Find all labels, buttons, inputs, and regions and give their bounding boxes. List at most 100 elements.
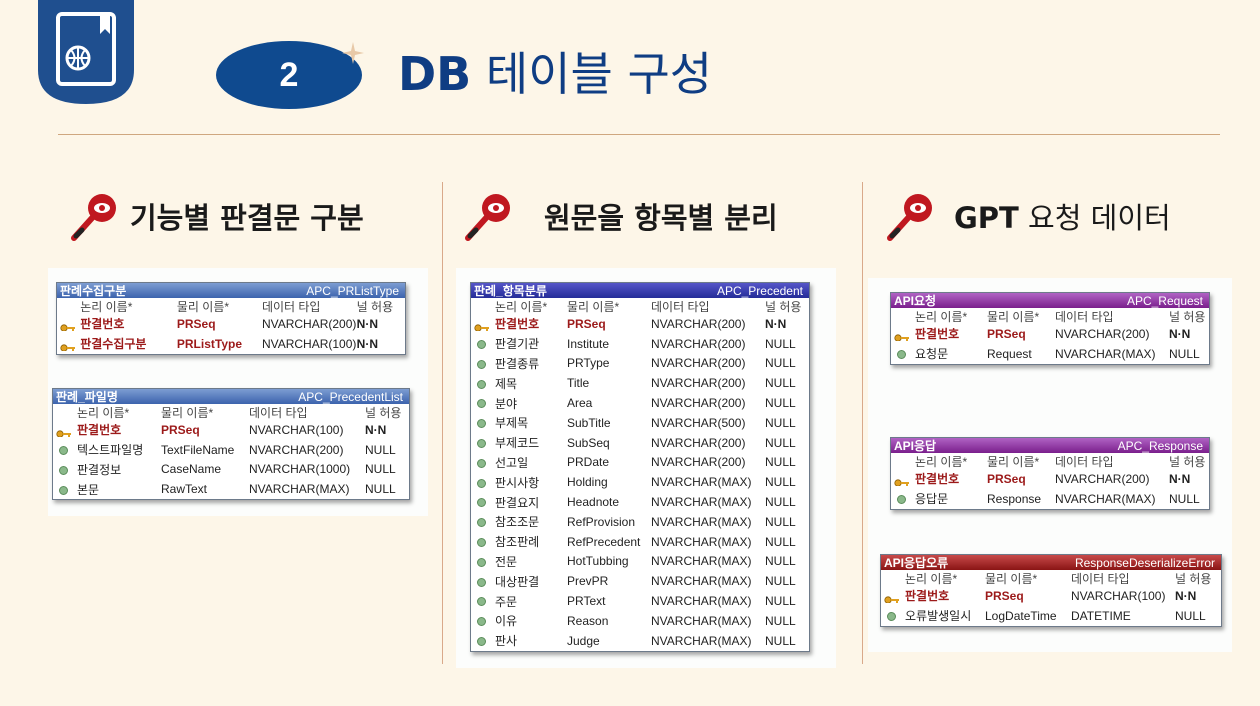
table-row[interactable]: 부제목 SubTitle NVARCHAR(500) NULL bbox=[471, 413, 809, 433]
attribute-dot-icon bbox=[471, 396, 495, 410]
cell-null: NULL bbox=[765, 336, 796, 351]
table-row[interactable]: 판결번호 PRSeq NVARCHAR(100) N·N bbox=[881, 586, 1221, 606]
column-header: 널 허용 bbox=[356, 299, 394, 314]
attribute-dot-icon bbox=[471, 515, 495, 529]
slide-number: 2 bbox=[279, 55, 299, 94]
column-header-row: 논리 이름* 물리 이름* 데이터 타입 널 허용 bbox=[891, 453, 1209, 469]
table-row[interactable]: 주문 PRText NVARCHAR(MAX) NULL bbox=[471, 591, 809, 611]
primary-key-icon bbox=[53, 423, 77, 437]
column-header-row: 논리 이름* 물리 이름* 데이터 타입 널 허용 bbox=[471, 298, 809, 314]
header-divider bbox=[58, 134, 1220, 135]
table-physical-name: APC_Response bbox=[1117, 438, 1203, 453]
cell-physical: Institute bbox=[567, 336, 610, 351]
table-row[interactable]: 판결번호 PRSeq NVARCHAR(200) N·N bbox=[891, 324, 1209, 344]
table-row[interactable]: 판결번호 PRSeq NVARCHAR(200) N·N bbox=[57, 314, 405, 334]
table-row[interactable]: 전문 HotTubbing NVARCHAR(MAX) NULL bbox=[471, 552, 809, 572]
table-row[interactable]: 참조조문 RefProvision NVARCHAR(MAX) NULL bbox=[471, 512, 809, 532]
attribute-dot-icon bbox=[471, 337, 495, 351]
attribute-dot-icon bbox=[891, 347, 915, 361]
cell-null: NULL bbox=[765, 534, 796, 549]
column-header: 물리 이름* bbox=[567, 299, 620, 314]
table-row[interactable]: 판결번호 PRSeq NVARCHAR(200) N·N bbox=[471, 314, 809, 334]
magnifier-eye-icon bbox=[71, 194, 116, 241]
column-header: 널 허용 bbox=[365, 405, 402, 420]
column-header: 데이터 타입 bbox=[261, 299, 321, 314]
cell-null: NULL bbox=[765, 594, 796, 609]
table-header[interactable]: 판례수집구분 APC_PRListType bbox=[57, 283, 405, 298]
cell-type: NVARCHAR(200) bbox=[651, 455, 746, 470]
cell-physical: PRSeq bbox=[985, 588, 1024, 603]
primary-key-icon bbox=[57, 317, 80, 331]
slide-number-badge: 2 bbox=[215, 40, 363, 110]
cell-physical: PRSeq bbox=[987, 326, 1026, 341]
cell-type: NVARCHAR(500) bbox=[651, 415, 746, 430]
column-header: 데이터 타입 bbox=[651, 299, 710, 314]
cell-null: NULL bbox=[765, 495, 796, 510]
table-header[interactable]: 판례_파일명 APC_PrecedentList bbox=[53, 389, 409, 404]
table-header[interactable]: API응답 APC_Response bbox=[891, 438, 1209, 453]
cell-logical: 판사 bbox=[495, 634, 518, 649]
table-row[interactable]: 분야 Area NVARCHAR(200) NULL bbox=[471, 393, 809, 413]
table-row[interactable]: 응답문 Response NVARCHAR(MAX) NULL bbox=[891, 489, 1209, 509]
er-table-response[interactable]: API응답 APC_Response 논리 이름* 물리 이름* 데이터 타입 널 허용 판… bbox=[890, 437, 1210, 510]
primary-key-icon bbox=[881, 589, 905, 603]
cell-null: N·N bbox=[1175, 588, 1197, 603]
cell-physical: Request bbox=[987, 346, 1032, 361]
cell-type: NVARCHAR(MAX) bbox=[249, 482, 350, 497]
cell-logical: 판결번호 bbox=[80, 317, 125, 332]
attribute-dot-icon bbox=[881, 609, 905, 623]
primary-key-icon bbox=[57, 337, 80, 351]
er-table-error[interactable]: API응답오류 ResponseDeserializeError 논리 이름* 물리 … bbox=[880, 554, 1222, 627]
cell-logical: 판결번호 bbox=[915, 472, 960, 487]
cell-null: NULL bbox=[765, 415, 796, 430]
column-header: 물리 이름* bbox=[161, 405, 214, 420]
cell-logical: 분야 bbox=[495, 396, 518, 411]
table-header[interactable]: 판례_항목분류 APC_Precedent bbox=[471, 283, 809, 298]
table-row[interactable]: 판사 Judge NVARCHAR(MAX) NULL bbox=[471, 631, 809, 651]
er-table-precedentlist[interactable]: 판례_파일명 APC_PrecedentList 논리 이름* 물리 이름* 데이터 타… bbox=[52, 388, 410, 501]
cell-type: NVARCHAR(MAX) bbox=[651, 633, 752, 648]
table-row[interactable]: 대상판결 PrevPR NVARCHAR(MAX) NULL bbox=[471, 571, 809, 591]
column-divider bbox=[862, 182, 863, 664]
table-logical-name: API요청 bbox=[894, 294, 937, 308]
table-row[interactable]: 제목 Title NVARCHAR(200) NULL bbox=[471, 373, 809, 393]
table-row[interactable]: 판시사항 Holding NVARCHAR(MAX) NULL bbox=[471, 472, 809, 492]
table-physical-name: APC_PrecedentList bbox=[298, 389, 403, 404]
er-table-precedent[interactable]: 판례_항목분류 APC_Precedent 논리 이름* 물리 이름* 데이터 타입 널 … bbox=[470, 282, 810, 652]
cell-logical: 제목 bbox=[495, 376, 518, 391]
cell-physical: Response bbox=[987, 491, 1042, 506]
cell-type: NVARCHAR(MAX) bbox=[651, 594, 752, 609]
table-row[interactable]: 판결종류 PRType NVARCHAR(200) NULL bbox=[471, 354, 809, 374]
table-row[interactable]: 판결수집구분 PRListType NVARCHAR(100) N·N bbox=[57, 334, 405, 354]
column-header-row: 논리 이름* 물리 이름* 데이터 타입 널 허용 bbox=[57, 298, 405, 314]
cell-physical: PRText bbox=[567, 594, 606, 609]
table-row[interactable]: 오류발생일시 LogDateTime DATETIME NULL bbox=[881, 606, 1221, 626]
column-header: 데이터 타입 bbox=[249, 405, 308, 420]
section-header-2: 원문을 항목별 분리 bbox=[462, 186, 778, 246]
column-header-row: 논리 이름* 물리 이름* 데이터 타입 널 허용 bbox=[53, 404, 409, 420]
table-header[interactable]: API요청 APC_Request bbox=[891, 293, 1209, 308]
table-row[interactable]: 판결번호 PRSeq NVARCHAR(200) N·N bbox=[891, 469, 1209, 489]
table-row[interactable]: 판결요지 Headnote NVARCHAR(MAX) NULL bbox=[471, 492, 809, 512]
table-row[interactable]: 참조판례 RefPrecedent NVARCHAR(MAX) NULL bbox=[471, 532, 809, 552]
cell-null: NULL bbox=[765, 475, 796, 490]
table-row[interactable]: 이유 Reason NVARCHAR(MAX) NULL bbox=[471, 611, 809, 631]
table-header[interactable]: API응답오류 ResponseDeserializeError bbox=[881, 555, 1221, 570]
er-table-prlisttype[interactable]: 판례수집구분 APC_PRListType 논리 이름* 물리 이름* 데이터 타입 널 … bbox=[56, 282, 406, 355]
attribute-dot-icon bbox=[53, 443, 77, 457]
table-row[interactable]: 판결정보 CaseName NVARCHAR(1000) NULL bbox=[53, 460, 409, 480]
table-row[interactable]: 판결기관 Institute NVARCHAR(200) NULL bbox=[471, 334, 809, 354]
cell-type: NVARCHAR(200) bbox=[261, 316, 357, 331]
table-row[interactable]: 판결번호 PRSeq NVARCHAR(100) N·N bbox=[53, 420, 409, 440]
er-table-request[interactable]: API요청 APC_Request 논리 이름* 물리 이름* 데이터 타입 널 허용 판결… bbox=[890, 292, 1210, 365]
attribute-dot-icon bbox=[471, 554, 495, 568]
table-row[interactable]: 본문 RawText NVARCHAR(MAX) NULL bbox=[53, 479, 409, 499]
cell-type: NVARCHAR(MAX) bbox=[651, 534, 752, 549]
table-row[interactable]: 부제코드 SubSeq NVARCHAR(200) NULL bbox=[471, 433, 809, 453]
table-row[interactable]: 텍스트파일명 TextFileName NVARCHAR(200) NULL bbox=[53, 440, 409, 460]
cell-null: N·N bbox=[765, 316, 787, 331]
table-row[interactable]: 요청문 Request NVARCHAR(MAX) NULL bbox=[891, 344, 1209, 364]
table-row[interactable]: 선고일 PRDate NVARCHAR(200) NULL bbox=[471, 453, 809, 473]
table-logical-name: 판례수집구분 bbox=[60, 284, 127, 298]
cell-physical: PRListType bbox=[176, 336, 242, 351]
